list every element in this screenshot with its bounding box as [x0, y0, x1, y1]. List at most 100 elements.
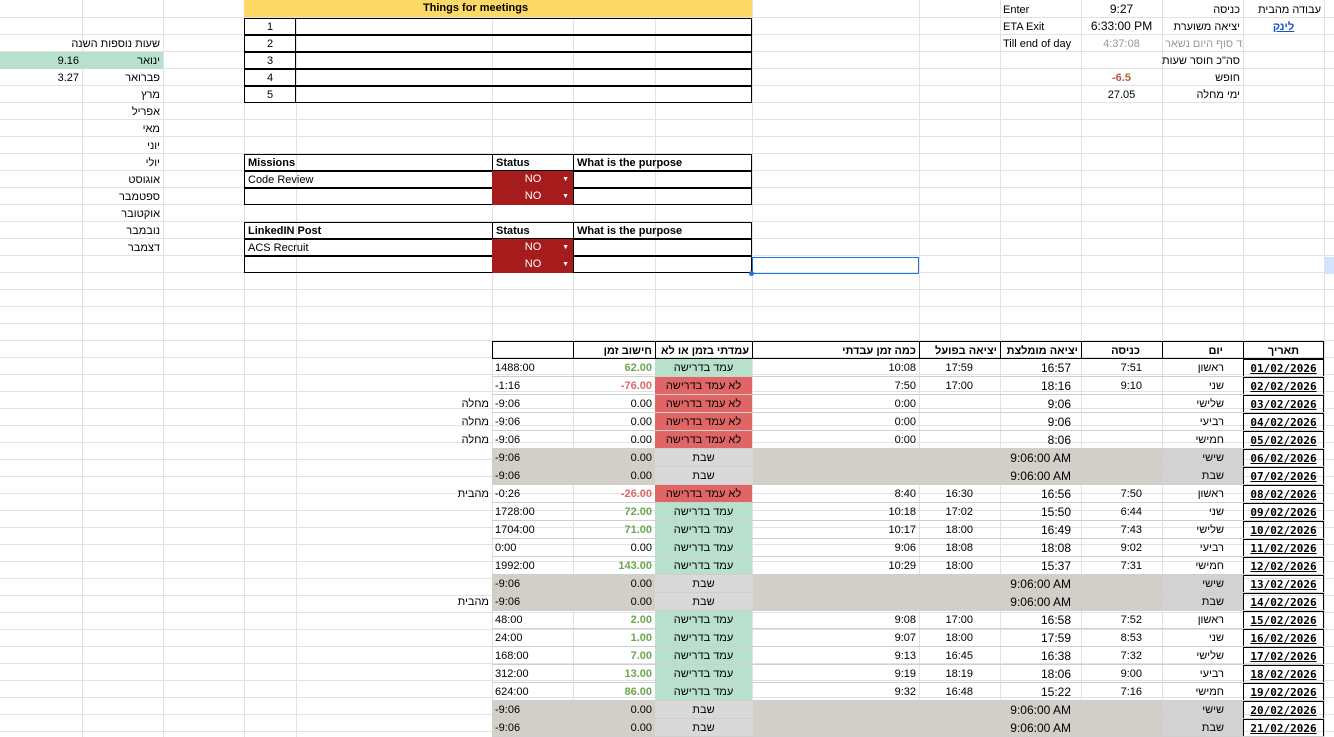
- log-actual-exit[interactable]: 16:45: [919, 647, 1000, 665]
- log-calc[interactable]: 0.00: [573, 449, 655, 467]
- log-recommended-exit[interactable]: 16:38: [1000, 647, 1081, 665]
- log-status[interactable]: לא עמד בדרישה: [655, 377, 752, 395]
- log-recommended-exit[interactable]: 16:57: [1000, 359, 1081, 377]
- log-recommended-exit[interactable]: 9:06: [1000, 413, 1081, 431]
- log-recommended-exit[interactable]: 9:06:00 AM: [1000, 593, 1081, 611]
- log-worked[interactable]: [752, 467, 919, 485]
- log-status[interactable]: שבת: [655, 593, 752, 611]
- log-status[interactable]: לא עמד בדרישה: [655, 395, 752, 413]
- log-status[interactable]: עמד בדרישה: [655, 647, 752, 665]
- log-recommended-exit[interactable]: 9:06:00 AM: [1000, 467, 1081, 485]
- log-worked[interactable]: 9:13: [752, 647, 919, 665]
- log-date[interactable]: 17/02/2026: [1243, 647, 1324, 665]
- month-extra-hours[interactable]: [0, 154, 82, 172]
- log-actual-exit[interactable]: [919, 413, 1000, 431]
- log-enter[interactable]: 7:43: [1081, 521, 1162, 539]
- meeting-item-field[interactable]: [295, 35, 752, 52]
- log-worked[interactable]: 0:00: [752, 413, 919, 431]
- log-enter[interactable]: 7:16: [1081, 683, 1162, 701]
- log-date[interactable]: 13/02/2026: [1243, 575, 1324, 593]
- log-enter[interactable]: 8:53: [1081, 629, 1162, 647]
- linkedin-purpose-field[interactable]: [573, 239, 752, 256]
- log-worked[interactable]: [752, 575, 919, 593]
- log-recommended-exit[interactable]: 16:56: [1000, 485, 1081, 503]
- log-enter[interactable]: 9:10: [1081, 377, 1162, 395]
- meeting-number[interactable]: 1: [244, 18, 296, 35]
- log-date[interactable]: 10/02/2026: [1243, 521, 1324, 539]
- log-calc[interactable]: 0.00: [573, 593, 655, 611]
- spreadsheet-grid[interactable]: עבודה מהבית לינק כניסה יציאה משוערת עד ס…: [0, 0, 1334, 737]
- log-status[interactable]: שבת: [655, 701, 752, 719]
- log-enter[interactable]: [1081, 413, 1162, 431]
- month-extra-hours[interactable]: 9.16: [0, 52, 82, 70]
- log-calc[interactable]: 13.00: [573, 665, 655, 683]
- linkedin-row-name[interactable]: [244, 256, 493, 273]
- log-calc[interactable]: 0.00: [573, 719, 655, 737]
- log-recommended-exit[interactable]: 18:16: [1000, 377, 1081, 395]
- log-calc[interactable]: 0.00: [573, 395, 655, 413]
- log-note[interactable]: מחלה: [411, 395, 492, 413]
- log-date[interactable]: 20/02/2026: [1243, 701, 1324, 719]
- vacation-value[interactable]: -6.5: [1081, 69, 1162, 87]
- log-total[interactable]: -9:06: [492, 719, 573, 737]
- log-date[interactable]: 21/02/2026: [1243, 719, 1324, 737]
- linkedin-status-dropdown[interactable]: NO ▼: [492, 256, 574, 273]
- log-calc[interactable]: -76.00: [573, 377, 655, 395]
- log-actual-exit[interactable]: [919, 575, 1000, 593]
- log-worked[interactable]: [752, 719, 919, 737]
- log-actual-exit[interactable]: 18:00: [919, 629, 1000, 647]
- log-calc[interactable]: 143.00: [573, 557, 655, 575]
- log-worked[interactable]: 10:18: [752, 503, 919, 521]
- log-total[interactable]: 1992:00: [492, 557, 573, 575]
- log-worked[interactable]: 8:40: [752, 485, 919, 503]
- log-status[interactable]: שבת: [655, 449, 752, 467]
- log-enter[interactable]: [1081, 575, 1162, 593]
- log-total[interactable]: -0:26: [492, 485, 573, 503]
- log-recommended-exit[interactable]: 15:50: [1000, 503, 1081, 521]
- log-worked[interactable]: 9:19: [752, 665, 919, 683]
- log-status[interactable]: עמד בדרישה: [655, 539, 752, 557]
- log-calc[interactable]: 0.00: [573, 467, 655, 485]
- log-date[interactable]: 18/02/2026: [1243, 665, 1324, 683]
- log-worked[interactable]: [752, 449, 919, 467]
- log-enter[interactable]: 9:00: [1081, 665, 1162, 683]
- log-total[interactable]: -1:16: [492, 377, 573, 395]
- log-actual-exit[interactable]: 18:00: [919, 521, 1000, 539]
- log-date[interactable]: 06/02/2026: [1243, 449, 1324, 467]
- log-recommended-exit[interactable]: 15:37: [1000, 557, 1081, 575]
- log-status[interactable]: עמד בדרישה: [655, 521, 752, 539]
- log-enter[interactable]: [1081, 467, 1162, 485]
- log-status[interactable]: שבת: [655, 575, 752, 593]
- missions-purpose-field[interactable]: [573, 171, 752, 188]
- log-recommended-exit[interactable]: 16:58: [1000, 611, 1081, 629]
- log-total[interactable]: -9:06: [492, 575, 573, 593]
- till-end-value[interactable]: 4:37:08: [1081, 35, 1162, 53]
- log-actual-exit[interactable]: 18:19: [919, 665, 1000, 683]
- log-date[interactable]: 15/02/2026: [1243, 611, 1324, 629]
- log-total[interactable]: 624:00: [492, 683, 573, 701]
- missions-row-name[interactable]: [244, 188, 493, 205]
- log-actual-exit[interactable]: [919, 395, 1000, 413]
- log-total[interactable]: -9:06: [492, 701, 573, 719]
- log-note[interactable]: מחלה: [411, 413, 492, 431]
- log-date[interactable]: 02/02/2026: [1243, 377, 1324, 395]
- log-calc[interactable]: 62.00: [573, 359, 655, 377]
- log-worked[interactable]: 9:07: [752, 629, 919, 647]
- log-recommended-exit[interactable]: 9:06:00 AM: [1000, 449, 1081, 467]
- meeting-number[interactable]: 4: [244, 69, 296, 86]
- missions-status-dropdown[interactable]: NO ▼: [492, 171, 574, 188]
- log-worked[interactable]: 9:32: [752, 683, 919, 701]
- log-recommended-exit[interactable]: 9:06:00 AM: [1000, 701, 1081, 719]
- log-calc[interactable]: 71.00: [573, 521, 655, 539]
- log-status[interactable]: עמד בדרישה: [655, 503, 752, 521]
- log-actual-exit[interactable]: 16:48: [919, 683, 1000, 701]
- log-total[interactable]: 1704:00: [492, 521, 573, 539]
- month-extra-hours[interactable]: 3.27: [0, 69, 82, 87]
- log-note[interactable]: מהבית: [411, 593, 492, 611]
- log-recommended-exit[interactable]: 15:22: [1000, 683, 1081, 701]
- month-extra-hours[interactable]: [0, 171, 82, 189]
- log-date[interactable]: 16/02/2026: [1243, 629, 1324, 647]
- log-total[interactable]: 24:00: [492, 629, 573, 647]
- log-total[interactable]: -9:06: [492, 413, 573, 431]
- enter-time-value[interactable]: 9:27: [1081, 0, 1162, 18]
